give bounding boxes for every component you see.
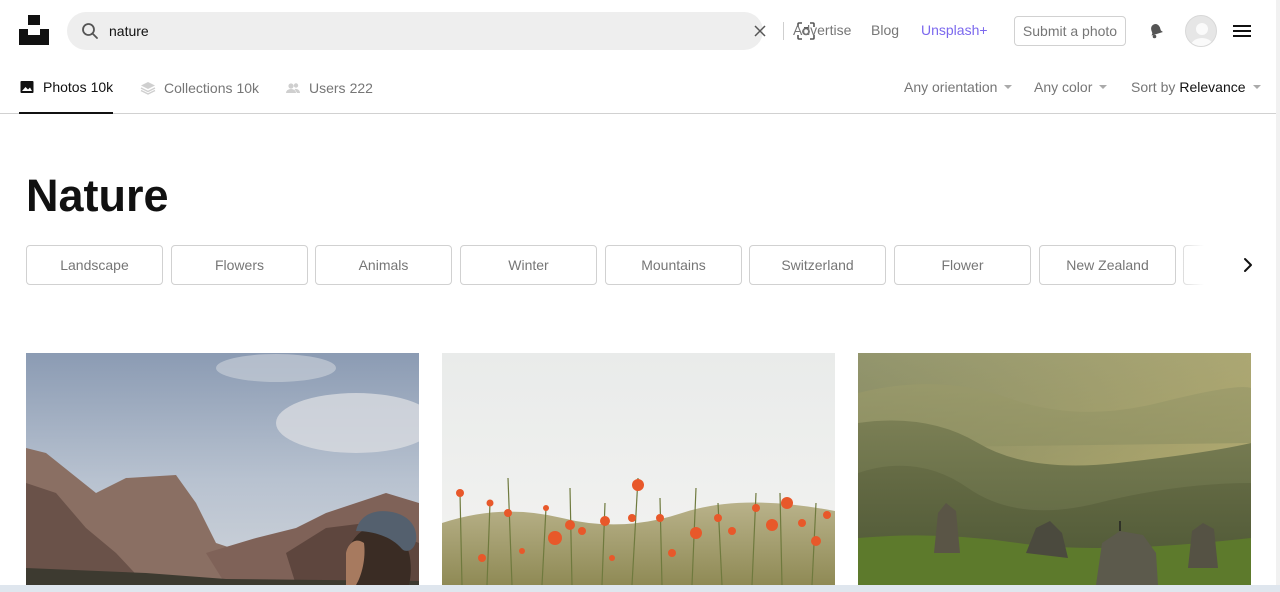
submit-photo-button[interactable]: Submit a photo	[1014, 16, 1126, 46]
color-filter-label: Any color	[1034, 79, 1093, 95]
collections-stack-icon	[140, 81, 156, 95]
sort-prefix-label: Sort by	[1131, 79, 1176, 95]
clear-search-icon[interactable]	[753, 24, 767, 38]
tab-photos-label: Photos	[43, 79, 87, 95]
tab-photos[interactable]: Photos 10k	[19, 62, 114, 114]
tab-users[interactable]: Users 222	[285, 62, 373, 113]
chip-switzerland[interactable]: Switzerland	[749, 245, 886, 285]
chip-new-zealand[interactable]: New Zealand	[1039, 245, 1176, 285]
photo-card-mountain-valley[interactable]	[26, 353, 419, 585]
orientation-filter-dropdown[interactable]: Any orientation	[904, 79, 1013, 95]
photo-misty-hills-image	[858, 353, 1251, 585]
chevron-down-icon	[1099, 85, 1108, 89]
search-input[interactable]	[109, 20, 669, 42]
chevron-down-icon	[1004, 85, 1013, 89]
orientation-filter-label: Any orientation	[904, 79, 998, 95]
vertical-scrollbar[interactable]	[1276, 0, 1280, 585]
related-search-chips: Landscape Flowers Animals Winter Mountai…	[26, 245, 1216, 285]
search-icon[interactable]	[81, 22, 99, 40]
photo-card-poppy-field[interactable]	[442, 353, 835, 585]
nav-blog-link[interactable]: Blog	[871, 22, 899, 38]
tab-collections-count: 10k	[236, 79, 260, 96]
chevron-down-icon	[1252, 85, 1261, 89]
chip-winter[interactable]: Winter	[460, 245, 597, 285]
notifications-bell-icon[interactable]	[1146, 20, 1166, 40]
chip-flowers[interactable]: Flowers	[171, 245, 308, 285]
chevron-right-icon[interactable]	[1238, 255, 1258, 275]
page-title: Nature	[26, 170, 169, 221]
search-bar[interactable]	[67, 12, 815, 50]
chip-animals[interactable]: Animals	[315, 245, 452, 285]
chip-landscape[interactable]: Landscape	[26, 245, 163, 285]
hamburger-menu-icon[interactable]	[1233, 23, 1251, 39]
search-results-tabbar: Photos 10k Collections 10k Users 222 Any…	[0, 62, 1280, 114]
tab-users-count: 222	[349, 79, 373, 96]
photo-mountain-valley-image	[26, 353, 419, 585]
window-bottom-strip	[0, 585, 1280, 592]
avatar-placeholder-icon	[1190, 23, 1214, 46]
users-group-icon	[286, 82, 301, 93]
photo-card-misty-hills[interactable]	[858, 353, 1251, 585]
chip-flower[interactable]: Flower	[894, 245, 1031, 285]
tab-collections-label: Collections	[164, 79, 233, 96]
tab-users-label: Users	[309, 79, 346, 96]
chip-mountains[interactable]: Mountains	[605, 245, 742, 285]
top-header: Advertise Blog Unsplash+ Submit a photo	[0, 0, 1280, 62]
tab-collections[interactable]: Collections 10k	[140, 62, 259, 113]
nav-unsplash-plus-link[interactable]: Unsplash+	[921, 22, 988, 38]
sort-value-label: Relevance	[1179, 79, 1246, 95]
tab-photos-count: 10k	[90, 79, 114, 95]
color-filter-dropdown[interactable]: Any color	[1034, 79, 1108, 95]
photo-poppy-field-image	[442, 353, 835, 585]
nav-advertise-link[interactable]: Advertise	[793, 22, 851, 38]
unsplash-logo-icon[interactable]	[19, 15, 49, 45]
search-divider	[783, 22, 784, 40]
chips-fade-overlay	[1176, 245, 1216, 285]
photo-icon	[20, 81, 34, 93]
sort-dropdown[interactable]: Sort by Relevance	[1131, 79, 1261, 95]
user-avatar[interactable]	[1185, 15, 1217, 47]
